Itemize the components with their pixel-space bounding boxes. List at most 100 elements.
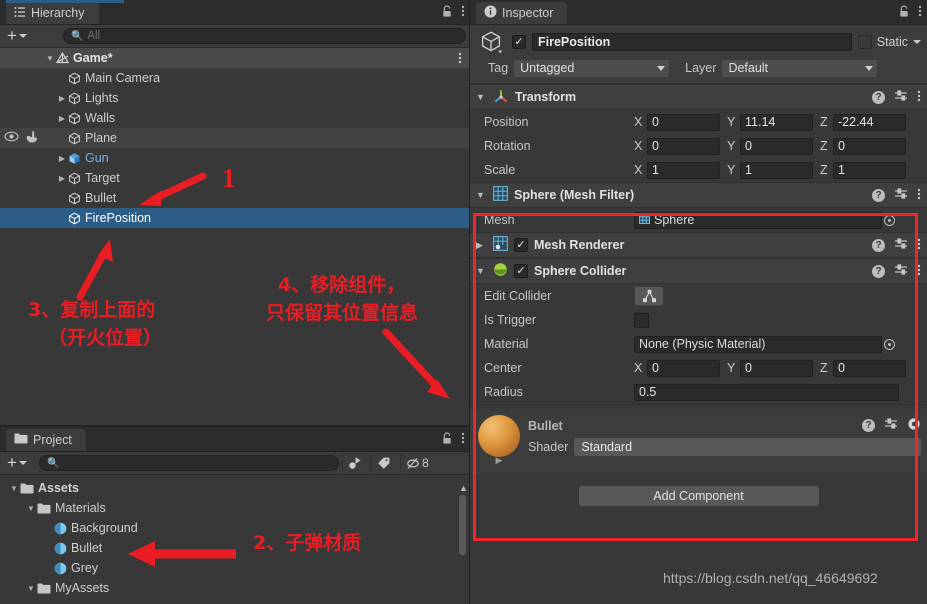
scale-x-field[interactable]: 1 — [647, 161, 720, 179]
collapse-triangle-icon[interactable]: ▼ — [25, 584, 37, 593]
gameobject-name-field[interactable]: FirePosition — [532, 33, 852, 51]
layer-dropdown[interactable]: Default — [722, 59, 878, 77]
mesh-renderer-enabled-checkbox[interactable]: ✓ — [514, 238, 528, 252]
gameobject-cube-icon[interactable] — [476, 29, 506, 55]
mesh-object-field[interactable]: Sphere — [634, 211, 882, 229]
project-scrollbar[interactable]: ▲ — [459, 483, 468, 593]
kebab-menu-icon[interactable] — [917, 89, 921, 106]
position-z-field[interactable]: -22.44 — [833, 113, 906, 131]
tag-dropdown[interactable]: Untagged — [514, 59, 670, 77]
sphere-collider-enabled-checkbox[interactable]: ✓ — [514, 264, 528, 278]
project-search-input[interactable]: 🔍 — [38, 455, 339, 471]
project-item-grey[interactable]: Grey — [0, 558, 470, 578]
mesh-object-picker[interactable] — [882, 212, 896, 229]
project-tree[interactable]: ▼ Assets ▼ Materials Background Bullet Grey ▼ My… — [0, 475, 470, 603]
collider-material-field[interactable]: None (Physic Material) — [634, 335, 882, 353]
help-icon[interactable]: ? — [872, 188, 885, 202]
sphere-collider-component-header[interactable]: ▼ ✓ Sphere Collider ? — [470, 258, 927, 284]
kebab-menu-icon[interactable] — [918, 4, 922, 21]
collapse-triangle-icon[interactable]: ▼ — [476, 92, 487, 102]
kebab-menu-icon[interactable] — [917, 263, 921, 280]
expand-triangle-icon[interactable]: ▶ — [56, 114, 68, 123]
hierarchy-item-lights[interactable]: ▶ Lights — [0, 88, 470, 108]
tab-inspector[interactable]: Inspector — [476, 2, 568, 24]
static-control[interactable]: ✓ Static — [857, 35, 921, 49]
rotation-x-field[interactable]: 0 — [647, 137, 720, 155]
hierarchy-item-bullet[interactable]: Bullet — [0, 188, 470, 208]
scroll-thumb[interactable] — [459, 495, 466, 555]
tab-hierarchy[interactable]: Hierarchy — [6, 2, 99, 24]
chevron-down-icon[interactable] — [913, 40, 921, 44]
preset-icon[interactable] — [894, 89, 908, 106]
kebab-menu-icon[interactable] — [461, 4, 465, 21]
gameobject-enabled-checkbox[interactable]: ✓ — [512, 35, 526, 49]
center-y-field[interactable]: 0 — [740, 359, 813, 377]
scale-y-field[interactable]: 1 — [740, 161, 813, 179]
hierarchy-item-walls[interactable]: ▶ Walls — [0, 108, 470, 128]
radius-field[interactable]: 0.5 — [634, 383, 899, 401]
gear-icon[interactable] — [907, 417, 921, 434]
collider-material-picker[interactable] — [882, 336, 896, 353]
collapse-triangle-icon[interactable]: ▼ — [44, 54, 56, 63]
collapse-triangle-icon[interactable]: ▼ — [476, 190, 487, 200]
edit-collider-button[interactable] — [634, 286, 664, 306]
kebab-menu-icon[interactable] — [917, 187, 921, 204]
eye-icon[interactable] — [4, 131, 19, 145]
hierarchy-scene-row[interactable]: ▼ Game* — [0, 48, 470, 68]
lock-icon[interactable] — [898, 4, 910, 21]
hand-picking-icon[interactable] — [24, 130, 38, 146]
expand-triangle-icon[interactable]: ▶ — [496, 455, 503, 466]
collapse-triangle-icon[interactable]: ▼ — [25, 504, 37, 513]
visibility-toggles[interactable] — [4, 128, 38, 148]
preset-icon[interactable] — [894, 237, 908, 254]
center-x-field[interactable]: 0 — [647, 359, 720, 377]
expand-triangle-icon[interactable]: ▶ — [56, 154, 68, 163]
help-icon[interactable]: ? — [872, 238, 885, 252]
hierarchy-item-gun[interactable]: ▶ Gun — [0, 148, 470, 168]
expand-triangle-icon[interactable]: ▶ — [476, 240, 487, 251]
center-z-field[interactable]: 0 — [833, 359, 906, 377]
expand-triangle-icon[interactable]: ▶ — [56, 174, 68, 183]
lock-icon[interactable] — [441, 431, 453, 448]
kebab-menu-icon[interactable] — [461, 431, 465, 448]
hierarchy-search-input[interactable]: 🔍 All — [62, 28, 466, 44]
help-icon[interactable]: ? — [872, 90, 885, 104]
hierarchy-item-fireposition[interactable]: FirePosition — [0, 208, 470, 228]
mesh-filter-component-header[interactable]: ▼ Sphere (Mesh Filter) ? — [470, 182, 927, 208]
lock-icon[interactable] — [441, 4, 453, 21]
hidden-packages-toggle[interactable]: 8 — [399, 453, 434, 473]
preset-icon[interactable] — [884, 417, 898, 434]
collapse-triangle-icon[interactable]: ▼ — [8, 484, 20, 493]
rotation-y-field[interactable]: 0 — [740, 137, 813, 155]
help-icon[interactable]: ? — [872, 264, 885, 278]
position-x-field[interactable]: 0 — [647, 113, 720, 131]
scale-z-field[interactable]: 1 — [833, 161, 906, 179]
transform-component-header[interactable]: ▼ Transform ? — [470, 84, 927, 110]
hierarchy-item-main-camera[interactable]: Main Camera — [0, 68, 470, 88]
project-item-background[interactable]: Background — [0, 518, 470, 538]
preset-icon[interactable] — [894, 187, 908, 204]
collapse-triangle-icon[interactable]: ▼ — [476, 266, 487, 276]
favorites-icon[interactable] — [341, 453, 368, 473]
horizontal-splitter[interactable] — [0, 425, 469, 427]
project-create-button[interactable]: + — [4, 454, 30, 471]
shader-dropdown[interactable]: Standard — [574, 438, 921, 456]
label-icon[interactable] — [370, 453, 397, 473]
help-icon[interactable]: ? — [862, 419, 875, 432]
hierarchy-tree[interactable]: ▼ Game* Main Camera ▶ Lights ▶ Walls Plane ▶ Gun ▶… — [0, 48, 470, 427]
hierarchy-item-plane[interactable]: Plane — [0, 128, 470, 148]
project-item-bullet[interactable]: Bullet — [0, 538, 470, 558]
project-item-myassets[interactable]: ▼ MyAssets — [0, 578, 470, 598]
preset-icon[interactable] — [894, 263, 908, 280]
add-component-button[interactable]: Add Component — [578, 486, 819, 506]
position-y-field[interactable]: 11.14 — [740, 113, 813, 131]
project-item-materials[interactable]: ▼ Materials — [0, 498, 470, 518]
tab-project[interactable]: Project — [6, 429, 86, 451]
scroll-up-icon[interactable]: ▲ — [459, 483, 468, 493]
kebab-menu-icon[interactable] — [917, 237, 921, 254]
static-checkbox[interactable]: ✓ — [857, 35, 872, 49]
rotation-z-field[interactable]: 0 — [833, 137, 906, 155]
kebab-menu-icon[interactable] — [458, 51, 462, 68]
project-item-assets[interactable]: ▼ Assets — [0, 478, 470, 498]
hierarchy-create-button[interactable]: + — [4, 27, 30, 44]
